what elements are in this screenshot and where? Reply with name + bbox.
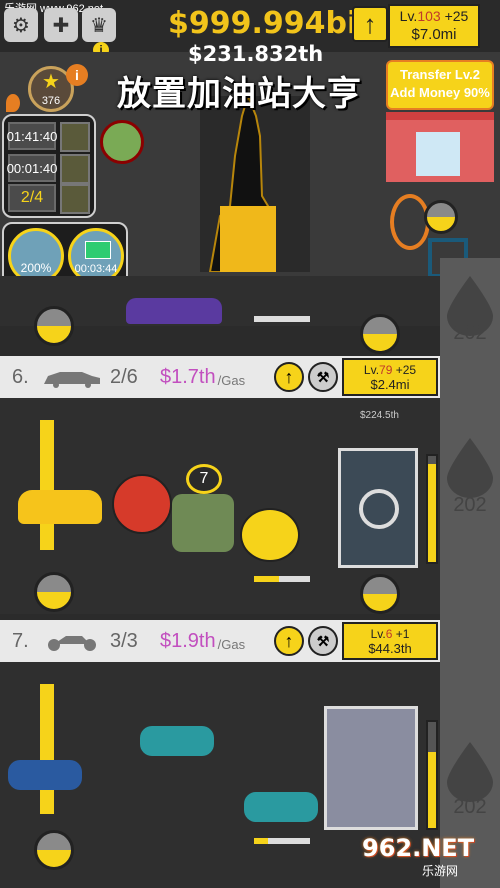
boost-percent: 200% xyxy=(20,261,52,275)
lane-car-count: 2/6 xyxy=(110,365,138,388)
rating-value: 376 xyxy=(41,95,61,107)
level-plus: +25 xyxy=(444,8,469,24)
timer-2: 00:01:40 xyxy=(7,154,57,182)
lane-7-progress xyxy=(254,838,310,844)
purple-car-icon xyxy=(126,298,222,324)
main-level-box[interactable]: Lv.103 +25 $7.0mi xyxy=(388,4,480,48)
lane-level: 6 xyxy=(385,627,393,641)
income-per-second: $231.832th xyxy=(188,42,324,66)
tube-man-icon xyxy=(40,684,54,814)
station-sign[interactable]: Transfer Lv.2 Add Money 90% xyxy=(386,60,494,110)
timer-panel: 01:41:40 00:01:40 2/4 xyxy=(2,114,96,218)
teal-motorcycle-icon xyxy=(140,726,214,756)
transfer-label: Transfer Lv.2 xyxy=(400,67,480,82)
zombie-count-badge: 7 xyxy=(186,464,222,494)
lane-car-count: 3/3 xyxy=(110,629,138,652)
lane-6-coin-icon[interactable] xyxy=(34,572,74,612)
lane-upgrade-arrow-button[interactable]: ↑ xyxy=(274,362,304,392)
lane-5-coin-icon[interactable] xyxy=(34,306,74,346)
motorcycle-silhouette-icon xyxy=(48,636,96,651)
add-friend-icon[interactable]: ✚ xyxy=(44,8,78,42)
settings-gear-icon[interactable]: ⚙ xyxy=(4,8,38,42)
tube-man-icon xyxy=(40,420,54,550)
boost-slot-2[interactable] xyxy=(60,154,90,184)
gas-station-building xyxy=(386,112,494,182)
bug-slot-icon[interactable] xyxy=(60,184,90,214)
lane-7-coin-icon[interactable] xyxy=(34,830,74,870)
lane-level-plus: +1 xyxy=(395,627,410,641)
location-pin-icon xyxy=(6,94,20,112)
zombie-avatar[interactable] xyxy=(100,120,144,164)
money-total: $999.994bi xyxy=(168,6,358,41)
lane-income: $1.9th xyxy=(160,629,216,652)
lane-income: $1.7th xyxy=(160,365,216,388)
lane-6-tank-icon[interactable] xyxy=(360,574,400,614)
lane-level-box[interactable]: Lv.79 +25 $2.4mi xyxy=(342,358,438,396)
cash-timer: 00:03:44 xyxy=(74,263,118,275)
lane-number: 6. xyxy=(12,365,29,388)
lane-5-tank-icon[interactable] xyxy=(360,314,400,354)
watermark-sub: 乐游网 xyxy=(422,864,459,878)
tools-button[interactable]: ⚒ xyxy=(308,362,338,392)
lane-upgrade-arrow-button[interactable]: ↑ xyxy=(274,626,304,656)
taxi-car-icon xyxy=(18,490,102,524)
gas-pump-icon[interactable] xyxy=(324,706,418,830)
watermark-text: 962.NET xyxy=(362,834,475,862)
lane-level: 79 xyxy=(379,363,393,377)
lane-upgrade-cost: $2.4mi xyxy=(370,377,410,392)
lane-7-header: 7. 3/3 $1.9th /Gas ↑ ⚒ Lv.6 +1 $44.3th xyxy=(0,620,440,662)
level-cost: $7.0mi xyxy=(411,26,457,43)
angry-face-icon xyxy=(112,474,172,534)
drop-value-1: 202 xyxy=(453,322,487,344)
statue-of-liberty-icon xyxy=(200,96,310,272)
level-prefix: Lv. xyxy=(399,8,418,24)
watermark-962: 962.NET 乐游网 xyxy=(362,834,492,884)
floating-cash: $224.5th xyxy=(360,410,399,421)
teal-motorcycle-icon xyxy=(244,792,318,822)
lane-level-box[interactable]: Lv.6 +1 $44.3th xyxy=(342,622,438,660)
info-orange-icon[interactable]: i xyxy=(66,64,88,86)
blue-motorcycle-icon xyxy=(8,760,82,790)
drop-value-3: 202 xyxy=(453,796,487,818)
lane-upgrade-cost: $44.3th xyxy=(368,641,412,656)
lane-5-progress xyxy=(254,316,310,322)
fuel-level-bar xyxy=(426,454,438,564)
sidebar: 202 202 202 xyxy=(440,258,500,888)
zombie-icon xyxy=(172,494,234,552)
drop-value-2: 202 xyxy=(453,494,487,516)
boost-slot-1[interactable] xyxy=(60,122,90,152)
lane-level-plus: +25 xyxy=(395,363,417,377)
fuel-drop-icon xyxy=(447,438,493,498)
banknote-icon xyxy=(85,241,111,259)
lane-income-unit: /Gas xyxy=(217,636,246,652)
tools-button[interactable]: ⚒ xyxy=(308,626,338,656)
car-silhouette-icon xyxy=(44,372,100,388)
level-number: 103 xyxy=(417,8,441,24)
lane-number: 7. xyxy=(12,629,29,652)
crown-icon[interactable]: ♛ xyxy=(82,8,116,42)
ratio-counter: 2/4 xyxy=(8,184,56,212)
lane-6-header: 6. 2/6 $1.7th /Gas ↑ ⚒ Lv.79 +25 $2.4mi xyxy=(0,356,440,398)
lane-income-unit: /Gas xyxy=(217,372,246,388)
gas-pump-icon[interactable] xyxy=(338,448,418,568)
add-money-label: Add Money 90% xyxy=(390,85,490,100)
crying-face-icon xyxy=(240,508,300,562)
fuel-level-bar xyxy=(426,720,438,830)
lane-6-progress xyxy=(254,576,310,582)
game-title: 放置加油站大亨 xyxy=(117,74,362,114)
fuel-drop-icon xyxy=(447,742,493,802)
timer-1: 01:41:40 xyxy=(7,122,57,150)
star-icon: ★ xyxy=(42,71,60,93)
upgrade-button[interactable]: ↑ xyxy=(352,6,388,42)
